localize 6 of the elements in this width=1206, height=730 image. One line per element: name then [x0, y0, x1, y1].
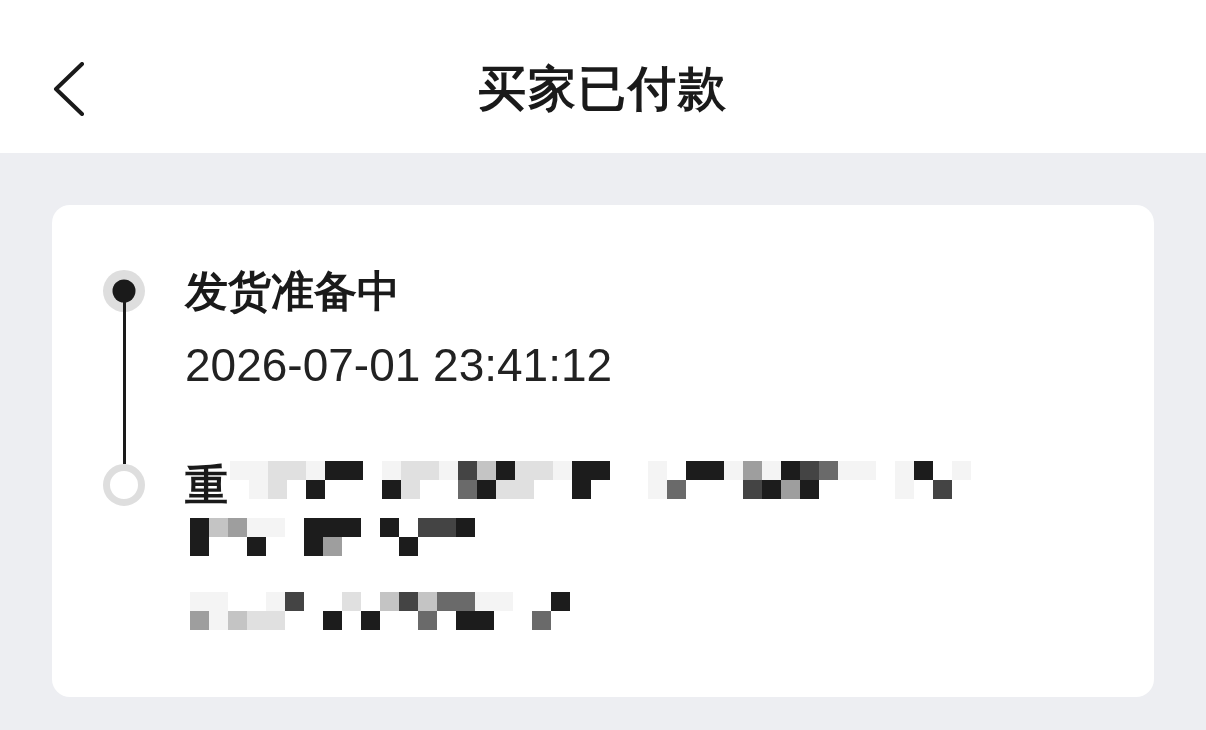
- step-title: 发货准备中: [185, 269, 400, 313]
- chevron-left-icon: [53, 61, 85, 116]
- step-time: 2026-07-01 23:41:12: [185, 343, 613, 387]
- step-title: 重: [185, 463, 228, 507]
- back-button[interactable]: [53, 61, 85, 116]
- page-title: 买家已付款: [478, 60, 728, 117]
